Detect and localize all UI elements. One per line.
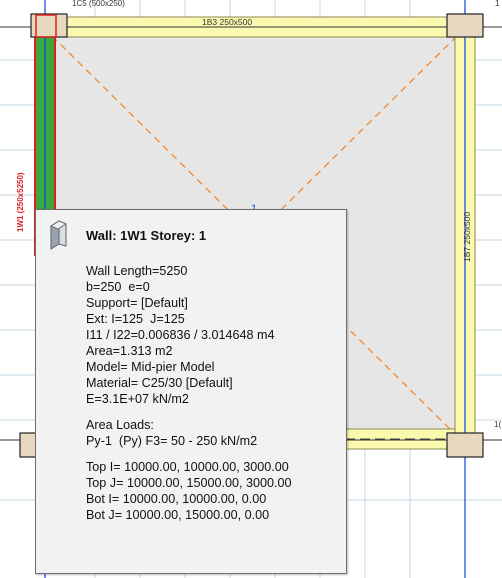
wall-icon — [47, 220, 69, 250]
area-loads-heading: Area Loads: — [86, 418, 154, 432]
right-edge-label-mid: 1( — [494, 420, 501, 429]
wall-length: Wall Length=5250 — [86, 264, 188, 278]
beam-1b3-label: 1B3 250x500 — [202, 17, 252, 27]
end-load-top-j: Top J= 10000.00, 15000.00, 3000.00 — [86, 476, 292, 490]
wall-material: Material= C25/30 [Default] — [86, 376, 233, 390]
wall-extension: Ext: I=125 J=125 — [86, 312, 185, 326]
wall-1w1-label: 1W1 (250x5250) — [16, 172, 25, 232]
right-edge-label-top: 1 — [495, 0, 500, 8]
wall-info-tooltip: Wall: 1W1 Storey: 1 Wall Length=5250 b=2… — [35, 209, 347, 574]
column-1c5-label: 1C5 (500x250) — [72, 0, 125, 8]
wall-support: Support= [Default] — [86, 296, 188, 310]
wall-modulus: E=3.1E+07 kN/m2 — [86, 392, 189, 406]
wall-inertia: I11 / I22=0.006836 / 3.014648 m4 — [86, 328, 275, 342]
end-load-bot-j: Bot J= 10000.00, 15000.00, 0.00 — [86, 508, 270, 522]
tooltip-body: Wall Length=5250 b=250 e=0 Support= [Def… — [86, 263, 292, 523]
end-load-bot-i: Bot I= 10000.00, 10000.00, 0.00 — [86, 492, 267, 506]
beam-1b7-label: 1B7 250x500 — [462, 212, 472, 262]
area-load-item: Py-1 (Py) F3= 50 - 250 kN/m2 — [86, 434, 258, 448]
end-load-top-i: Top I= 10000.00, 10000.00, 3000.00 — [86, 460, 289, 474]
column-top-right[interactable] — [446, 13, 484, 38]
wall-thickness: b=250 e=0 — [86, 280, 150, 294]
wall-area: Area=1.313 m2 — [86, 344, 173, 358]
column-bottom-right[interactable] — [446, 432, 484, 458]
tooltip-title: Wall: 1W1 Storey: 1 — [86, 228, 207, 243]
wall-model: Model= Mid-pier Model — [86, 360, 215, 374]
